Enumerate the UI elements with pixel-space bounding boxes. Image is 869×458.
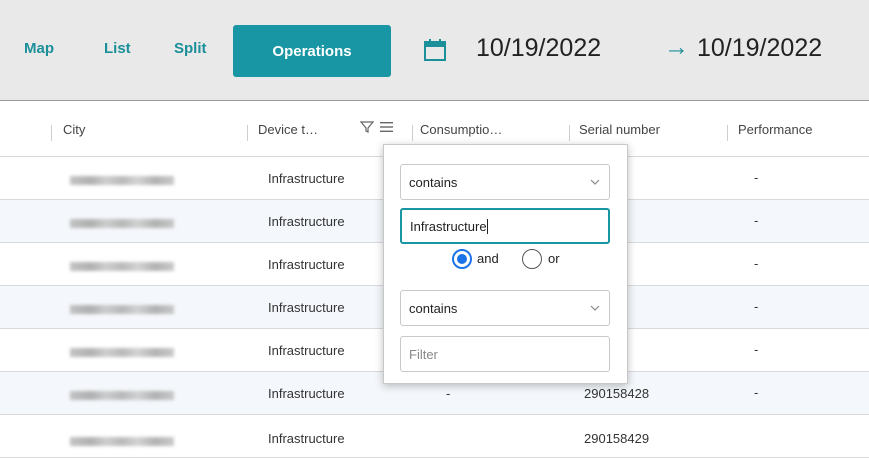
column-header-consumption[interactable]: Consumptio… [420,122,502,137]
filter-operator-1-select[interactable]: contains [400,164,610,200]
logic-and-label: and [477,251,499,266]
text-caret [486,219,488,234]
chevron-down-icon [590,305,600,311]
logic-and-radio[interactable] [452,249,472,269]
column-menu-icon[interactable] [380,121,393,133]
column-separator [412,125,413,141]
column-header-performance[interactable]: Performance [738,122,812,137]
chevron-down-icon [590,179,600,185]
device-type-cell: Infrastructure [268,171,345,186]
serial-number-cell: 290158429 [584,431,650,446]
city-cell-redacted [70,262,174,271]
filter-value-2-placeholder: Filter [409,347,438,362]
column-header-city[interactable]: City [63,122,85,137]
column-header-serial-number[interactable]: Serial number [579,122,660,137]
serial-number-cell: 290158428 [584,386,650,401]
device-type-cell: Infrastructure [268,431,345,446]
performance-cell: - [754,256,759,271]
filter-value-1-content: Infrastructure [410,219,487,234]
column-separator [51,125,52,141]
nav-operations[interactable]: Operations [233,25,391,77]
performance-cell: - [754,299,759,314]
column-header-device-type[interactable]: Device t… [258,122,318,137]
filter-icon[interactable] [360,120,374,134]
consumption-cell: - [446,386,451,401]
nav-map[interactable]: Map [24,40,54,57]
date-start[interactable]: 10/19/2022 [476,34,601,63]
performance-cell: - [754,213,759,228]
logic-or-label: or [548,251,560,266]
filter-value-2-input[interactable]: Filter [400,336,610,372]
nav-split[interactable]: Split [174,40,207,57]
date-end[interactable]: 10/19/2022 [697,34,822,63]
device-type-cell: Infrastructure [268,214,345,229]
calendar-icon[interactable] [423,38,447,62]
column-separator [569,125,570,141]
device-type-cell: Infrastructure [268,300,345,315]
city-cell-redacted [70,391,174,400]
column-separator [727,125,728,141]
top-toolbar: Map List Split Operations 10/19/2022 → 1… [0,0,869,101]
city-cell-redacted [70,348,174,357]
device-type-cell: Infrastructure [268,386,345,401]
filter-value-1-text: Infrastructure [410,219,488,234]
device-type-cell: Infrastructure [268,257,345,272]
date-range-arrow: → [664,33,689,61]
filter-operator-2-value: contains [409,301,458,316]
filter-operator-1-value: contains [409,175,458,190]
filter-value-1-input[interactable]: Infrastructure [400,208,610,244]
table-row[interactable]: Infrastructure 290158429 [0,415,869,458]
nav-operations-label: Operations [272,42,352,60]
filter-operator-2-select[interactable]: contains [400,290,610,326]
performance-cell: - [754,385,759,400]
city-cell-redacted [70,305,174,314]
device-type-cell: Infrastructure [268,343,345,358]
nav-list[interactable]: List [104,40,131,57]
column-filter-popup: contains Infrastructure and or contains … [383,144,628,384]
logic-or-radio[interactable] [522,249,542,269]
city-cell-redacted [70,437,174,446]
city-cell-redacted [70,219,174,228]
column-separator [247,125,248,141]
performance-cell: - [754,170,759,185]
city-cell-redacted [70,176,174,185]
performance-cell: - [754,342,759,357]
